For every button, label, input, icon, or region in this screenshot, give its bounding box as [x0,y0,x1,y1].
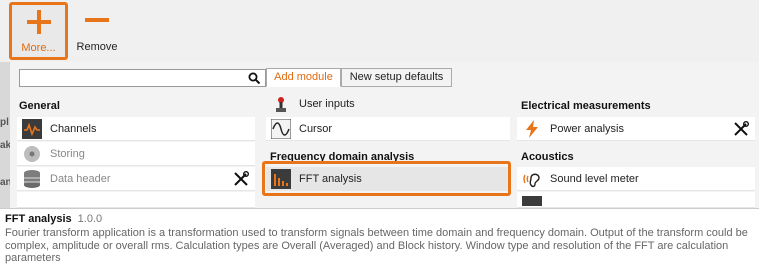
module-item-label: Storing [50,148,85,160]
module-item-partial [17,192,255,208]
module-description: FFT analysis 1.0.0 Fourier transform appl… [0,208,759,273]
remove-button[interactable]: Remove [70,2,124,58]
power-icon [526,120,538,138]
left-fragment: ak [0,140,10,151]
search-input[interactable] [19,69,266,87]
data-header-icon [24,170,40,188]
fft-highlight-frame [262,161,511,196]
channels-icon [22,119,42,139]
minus-icon [85,18,109,22]
storing-icon [24,146,40,162]
description-version: 1.0.0 [77,213,103,225]
module-item-sound-level-meter[interactable]: Sound level meter [517,167,755,191]
module-item-channels[interactable]: Channels [17,117,255,141]
section-title-general: General [19,100,60,112]
module-item-label: Power analysis [550,123,624,135]
cursor-icon [271,119,291,139]
module-item-partial [517,192,755,208]
left-fragment: pl [0,117,9,128]
remove-button-label: Remove [76,41,118,53]
more-button[interactable]: More... [9,2,68,60]
module-item-label: Data header [50,173,111,185]
left-panel-strip: pl ak an [0,62,10,208]
module-item-storing[interactable]: Storing [17,142,255,166]
partial-icon [522,196,542,206]
search-icon[interactable] [248,72,261,85]
plus-icon [27,10,51,34]
module-item-label: User inputs [299,98,355,110]
toolbar: More... Remove [0,0,759,62]
tab-add-module[interactable]: Add module [266,68,341,87]
module-item-label: Cursor [299,123,333,135]
description-text: Fourier transform application is a trans… [5,227,748,264]
module-item-label: Sound level meter [550,173,639,185]
more-button-label: More... [21,42,56,54]
module-item-user-inputs[interactable]: User inputs [266,92,510,116]
user-inputs-icon [276,97,286,112]
tab-new-setup-defaults[interactable]: New setup defaults [341,68,452,87]
module-panel: Add module New setup defaults General Ch… [10,62,759,208]
left-fragment: an [0,177,10,188]
module-item-cursor[interactable]: Cursor [266,117,510,141]
module-item-power-analysis[interactable]: Power analysis [517,117,755,141]
tools-icon[interactable] [733,121,749,137]
description-title: FFT analysis [5,213,72,225]
sound-level-icon [523,173,540,188]
section-title-electrical: Electrical measurements [521,100,651,112]
tools-icon[interactable] [233,171,249,187]
module-item-label: Channels [50,123,97,135]
section-title-acoustics: Acoustics [521,151,574,163]
module-item-data-header[interactable]: Data header [17,167,255,191]
